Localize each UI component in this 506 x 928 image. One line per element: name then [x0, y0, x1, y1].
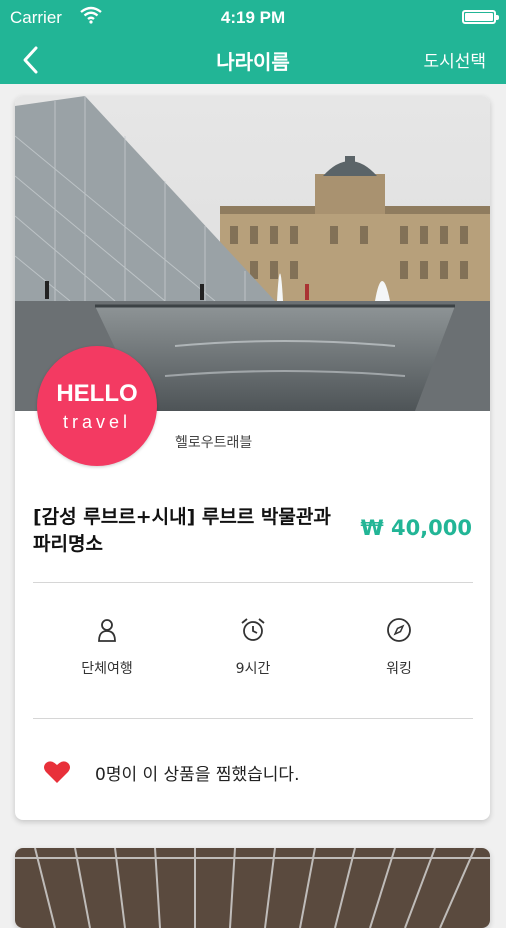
wishlist-count-text: 0명이 이 상품을 찜했습니다. [95, 765, 300, 785]
feature-label: 워킹 [386, 661, 412, 677]
logo-text-hello: HELLO [56, 380, 138, 407]
divider [33, 582, 473, 583]
logo-text-travel: travel [62, 412, 131, 432]
divider [33, 718, 473, 719]
person-icon [98, 619, 116, 642]
next-product-photo [15, 848, 490, 928]
feature-duration: 9시간 [193, 616, 313, 678]
feature-walking: 워킹 [339, 616, 459, 678]
feature-label: 단체여행 [81, 661, 133, 677]
feature-group-tour: 단체여행 [47, 616, 167, 678]
compass-icon [387, 618, 411, 642]
wishlist-row[interactable]: 0명이 이 상품을 찜했습니다. [43, 756, 463, 786]
provider-name: 헬로우트래블 [175, 435, 253, 451]
nav-bar: 나라이름 도시선택 [0, 36, 506, 84]
city-select-button[interactable]: 도시선택 [423, 47, 486, 72]
product-card[interactable]: HELLO travel 헬로우트래블 [감성 루브르+시내] 루브르 박물관과… [15, 96, 490, 820]
status-time: 4:19 PM [220, 8, 286, 27]
battery-icon [462, 10, 499, 24]
alarm-clock-icon [241, 618, 265, 641]
heart-icon[interactable] [43, 760, 71, 784]
product-title: [감성 루브르+시내] 루브르 박물관과 파리명소 [33, 506, 331, 555]
next-product-card[interactable] [15, 848, 490, 928]
feature-label: 9시간 [235, 661, 271, 677]
product-price: ₩ 40,000 [360, 516, 472, 540]
provider-logo: HELLO travel [37, 346, 157, 466]
status-bar: Carrier 4:19 PM [0, 0, 506, 36]
